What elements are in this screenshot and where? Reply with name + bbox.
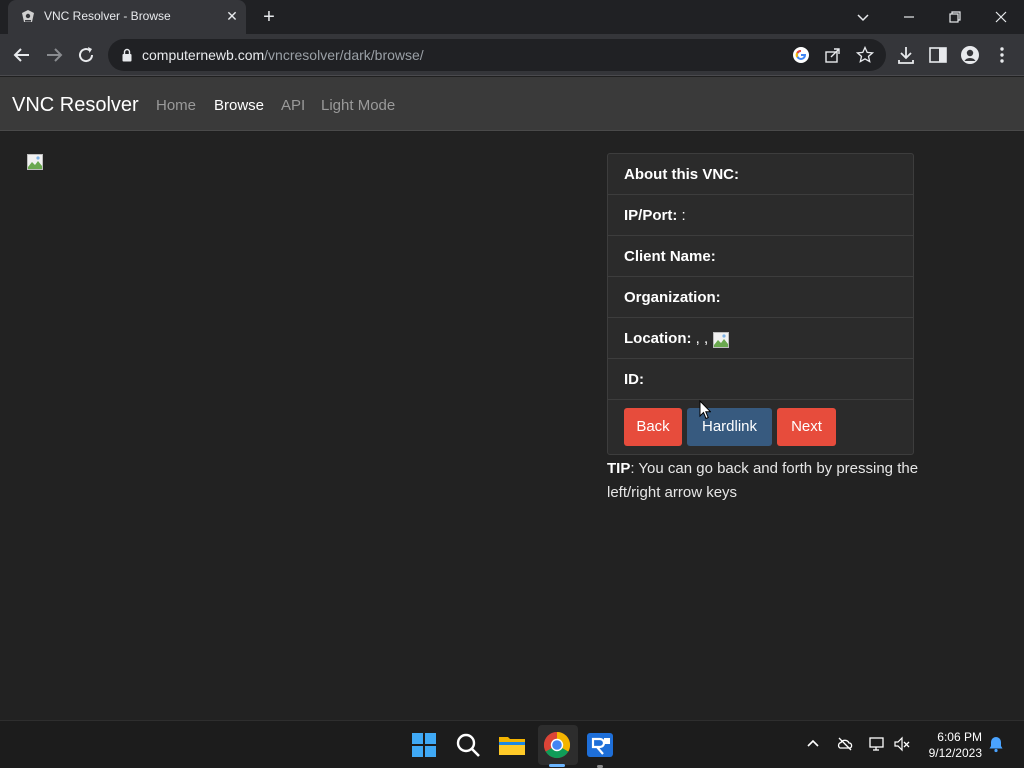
about-row: About this VNC: bbox=[608, 154, 913, 195]
profile-icon[interactable] bbox=[960, 45, 980, 65]
windows-start-icon[interactable] bbox=[408, 729, 440, 761]
browser-tab-strip: VNC Resolver - Browse ✕ + bbox=[0, 0, 1024, 34]
remote-desktop-app-icon[interactable] bbox=[584, 729, 616, 761]
lock-icon[interactable] bbox=[122, 48, 132, 62]
tab-title: VNC Resolver - Browse bbox=[44, 9, 171, 23]
browser-tab[interactable]: VNC Resolver - Browse ✕ bbox=[8, 0, 246, 34]
broken-image-icon bbox=[27, 154, 43, 170]
tip-body: : You can go back and forth by pressing … bbox=[607, 460, 919, 501]
side-panel-icon[interactable] bbox=[928, 45, 948, 65]
client-name-label: Client Name: bbox=[624, 248, 716, 265]
nav-api[interactable]: API bbox=[281, 97, 305, 114]
client-name-row: Client Name: bbox=[608, 236, 913, 277]
tab-close-icon[interactable]: ✕ bbox=[224, 8, 240, 24]
share-icon[interactable] bbox=[824, 46, 842, 64]
country-flag-broken-image-icon bbox=[713, 332, 729, 348]
arrow-left-icon[interactable] bbox=[10, 43, 34, 67]
vnc-info-card: About this VNC: IP/Port: : Client Name: … bbox=[607, 153, 914, 455]
nav-home[interactable]: Home bbox=[156, 97, 196, 114]
tab-search-chevron-down-icon[interactable] bbox=[852, 6, 874, 28]
reload-icon[interactable] bbox=[74, 43, 98, 67]
chevron-up-icon[interactable] bbox=[804, 735, 822, 753]
url-text[interactable]: computernewb.com/vncresolver/dark/browse… bbox=[142, 47, 424, 63]
location-row: Location: , , bbox=[608, 318, 913, 359]
nav-light-mode[interactable]: Light Mode bbox=[321, 97, 395, 114]
kebab-menu-icon[interactable] bbox=[992, 45, 1012, 65]
browser-toolbar: computernewb.com/vncresolver/dark/browse… bbox=[0, 34, 1024, 76]
notification-bell-icon[interactable] bbox=[987, 735, 1005, 753]
id-row: ID: bbox=[608, 359, 913, 400]
system-clock[interactable]: 6:06 PM 9/12/2023 bbox=[920, 729, 982, 761]
network-icon[interactable] bbox=[868, 735, 886, 753]
site-favicon-icon bbox=[22, 10, 34, 22]
google-icon[interactable] bbox=[792, 46, 810, 64]
onedrive-offline-icon[interactable] bbox=[836, 735, 854, 753]
clock-date: 9/12/2023 bbox=[928, 746, 982, 760]
new-tab-button[interactable]: + bbox=[258, 6, 280, 28]
restore-icon[interactable] bbox=[944, 6, 966, 28]
organization-label: Organization: bbox=[624, 289, 721, 306]
nav-browse[interactable]: Browse bbox=[214, 97, 264, 114]
ip-port-label: IP/Port: bbox=[624, 207, 678, 224]
location-value: , , bbox=[691, 330, 709, 347]
id-label: ID: bbox=[624, 371, 644, 388]
clock-time: 6:06 PM bbox=[937, 730, 982, 744]
minimize-icon[interactable] bbox=[898, 6, 920, 28]
main-content: About this VNC: IP/Port: : Client Name: … bbox=[0, 132, 1024, 720]
back-button[interactable]: Back bbox=[624, 408, 682, 446]
ip-port-field: IP/Port: : bbox=[624, 207, 686, 224]
next-button[interactable]: Next bbox=[777, 408, 836, 446]
organization-row: Organization: bbox=[608, 277, 913, 318]
mouse-cursor-icon bbox=[699, 400, 711, 420]
address-bar[interactable]: computernewb.com/vncresolver/dark/browse… bbox=[108, 39, 886, 71]
star-icon[interactable] bbox=[856, 46, 874, 64]
volume-muted-icon[interactable] bbox=[893, 735, 911, 753]
site-navbar: VNC Resolver Home Browse API Light Mode bbox=[0, 77, 1024, 131]
close-window-icon[interactable] bbox=[990, 6, 1012, 28]
ip-port-value: : bbox=[677, 207, 686, 224]
windows-taskbar: 6:06 PM 9/12/2023 bbox=[0, 720, 1024, 768]
url-host: computernewb.com bbox=[142, 47, 265, 63]
tip-label: TIP bbox=[607, 460, 631, 477]
url-path: /vncresolver/dark/browse/ bbox=[264, 47, 424, 63]
active-app-indicator bbox=[549, 764, 565, 767]
download-icon[interactable] bbox=[896, 45, 916, 65]
tip-text: TIP: You can go back and forth by pressi… bbox=[607, 457, 927, 505]
site-brand[interactable]: VNC Resolver bbox=[12, 94, 139, 117]
search-icon[interactable] bbox=[452, 729, 484, 761]
arrow-right-icon[interactable] bbox=[42, 43, 66, 67]
file-explorer-icon[interactable] bbox=[496, 729, 528, 761]
about-label: About this VNC: bbox=[624, 166, 739, 183]
chrome-icon[interactable] bbox=[541, 729, 573, 761]
ip-port-row: IP/Port: : bbox=[608, 195, 913, 236]
location-label: Location: bbox=[624, 330, 692, 347]
location-field: Location: , , bbox=[624, 330, 708, 347]
